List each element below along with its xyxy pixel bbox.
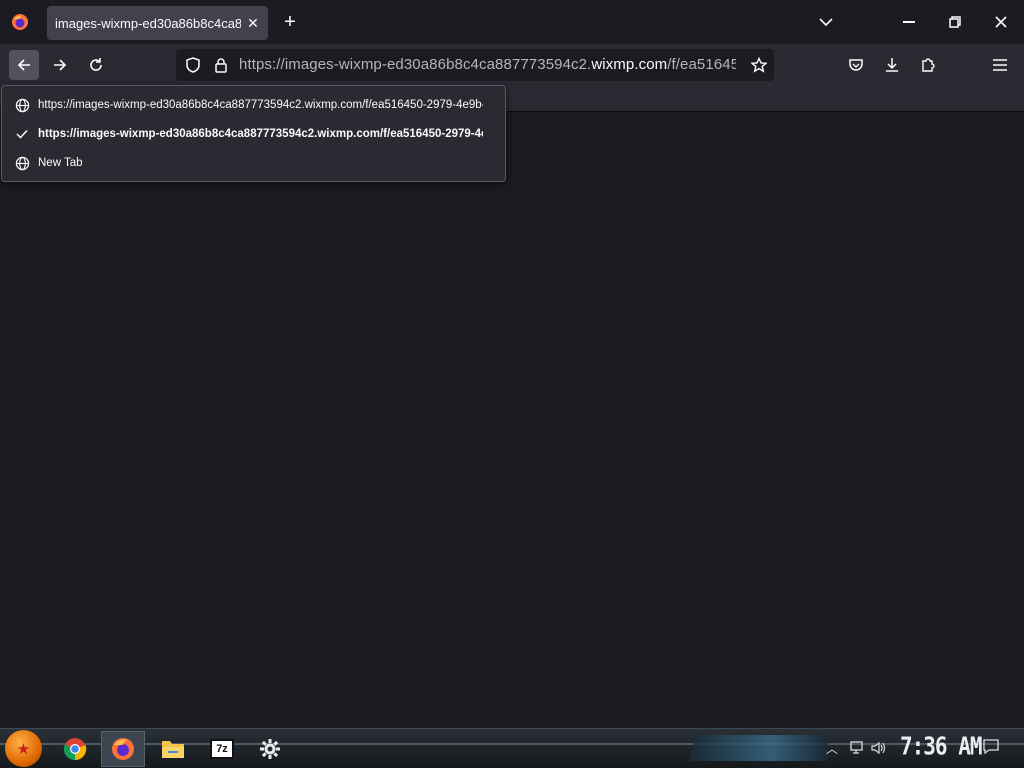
- url-bar[interactable]: https://images-wixmp-ed30a86b8c4ca887773…: [176, 49, 774, 81]
- dragonball-icon: ★: [16, 740, 31, 758]
- close-window-icon[interactable]: [978, 0, 1024, 44]
- history-item-label: https://images-wixmp-ed30a86b8c4ca887773…: [38, 128, 483, 140]
- minimize-icon[interactable]: [886, 0, 932, 44]
- history-item-label: New Tab: [38, 157, 83, 169]
- url-domain: wixmp.com: [591, 56, 668, 73]
- download-icon[interactable]: [877, 50, 907, 80]
- chrome-icon[interactable]: [53, 731, 97, 767]
- list-all-tabs-chevron-icon[interactable]: [814, 12, 838, 32]
- history-item[interactable]: https://images-wixmp-ed30a86b8c4ca887773…: [2, 91, 505, 119]
- reload-icon[interactable]: [81, 50, 111, 80]
- restore-icon[interactable]: [932, 0, 978, 44]
- globe-icon: [14, 97, 30, 113]
- url-prefix: https://images-wixmp-ed30a86b8c4ca887773…: [239, 56, 592, 73]
- arrow-left-icon[interactable]: [9, 50, 39, 80]
- 7zip-icon[interactable]: 7z: [200, 731, 244, 767]
- close-tab-icon[interactable]: ✕: [244, 14, 262, 32]
- arrow-right-icon[interactable]: [45, 50, 75, 80]
- history-item-current[interactable]: https://images-wixmp-ed30a86b8c4ca887773…: [2, 120, 505, 148]
- tab-title: images-wixmp-ed30a86b8c4ca887773594c2.wi…: [55, 15, 241, 31]
- action-center-icon[interactable]: [982, 738, 1002, 758]
- star-icon[interactable]: [749, 55, 769, 75]
- checkmark-icon: [14, 126, 30, 142]
- 7zip-label: 7z: [210, 739, 234, 759]
- pocket-icon[interactable]: [841, 50, 871, 80]
- tab-active[interactable]: images-wixmp-ed30a86b8c4ca887773594c2.wi…: [47, 6, 268, 40]
- globe-icon: [14, 155, 30, 171]
- firefox-view-icon[interactable]: [8, 10, 32, 34]
- taskbar-decoration: [688, 735, 828, 761]
- settings-gear-icon[interactable]: [248, 731, 292, 767]
- network-icon[interactable]: [847, 739, 865, 757]
- url-suffix: /f/ea516450-2979-4e9b-8a74: [667, 56, 736, 73]
- hamburger-menu-icon[interactable]: [985, 50, 1015, 80]
- system-clock[interactable]: 7:36 AM: [900, 732, 983, 761]
- tray-overflow-chevron-icon[interactable]: ︿: [823, 739, 841, 757]
- back-history-menu: https://images-wixmp-ed30a86b8c4ca887773…: [1, 85, 506, 182]
- tracking-protection-shield-icon[interactable]: [183, 55, 203, 75]
- puzzle-icon[interactable]: [913, 50, 943, 80]
- file-explorer-icon[interactable]: [151, 731, 195, 767]
- lock-icon[interactable]: [211, 55, 231, 75]
- navigation-toolbar: https://images-wixmp-ed30a86b8c4ca887773…: [0, 44, 1024, 86]
- firefox-icon[interactable]: [101, 731, 145, 767]
- new-tab-icon[interactable]: +: [278, 10, 302, 34]
- taskbar: ★ 7z ︿ 7:36 AM: [0, 728, 1024, 768]
- history-item[interactable]: New Tab: [2, 149, 505, 177]
- start-button[interactable]: ★: [5, 730, 42, 767]
- history-item-label: https://images-wixmp-ed30a86b8c4ca887773…: [38, 99, 483, 111]
- volume-icon[interactable]: [870, 739, 888, 757]
- url-text[interactable]: https://images-wixmp-ed30a86b8c4ca887773…: [239, 56, 736, 73]
- tab-strip: images-wixmp-ed30a86b8c4ca887773594c2.wi…: [0, 0, 1024, 44]
